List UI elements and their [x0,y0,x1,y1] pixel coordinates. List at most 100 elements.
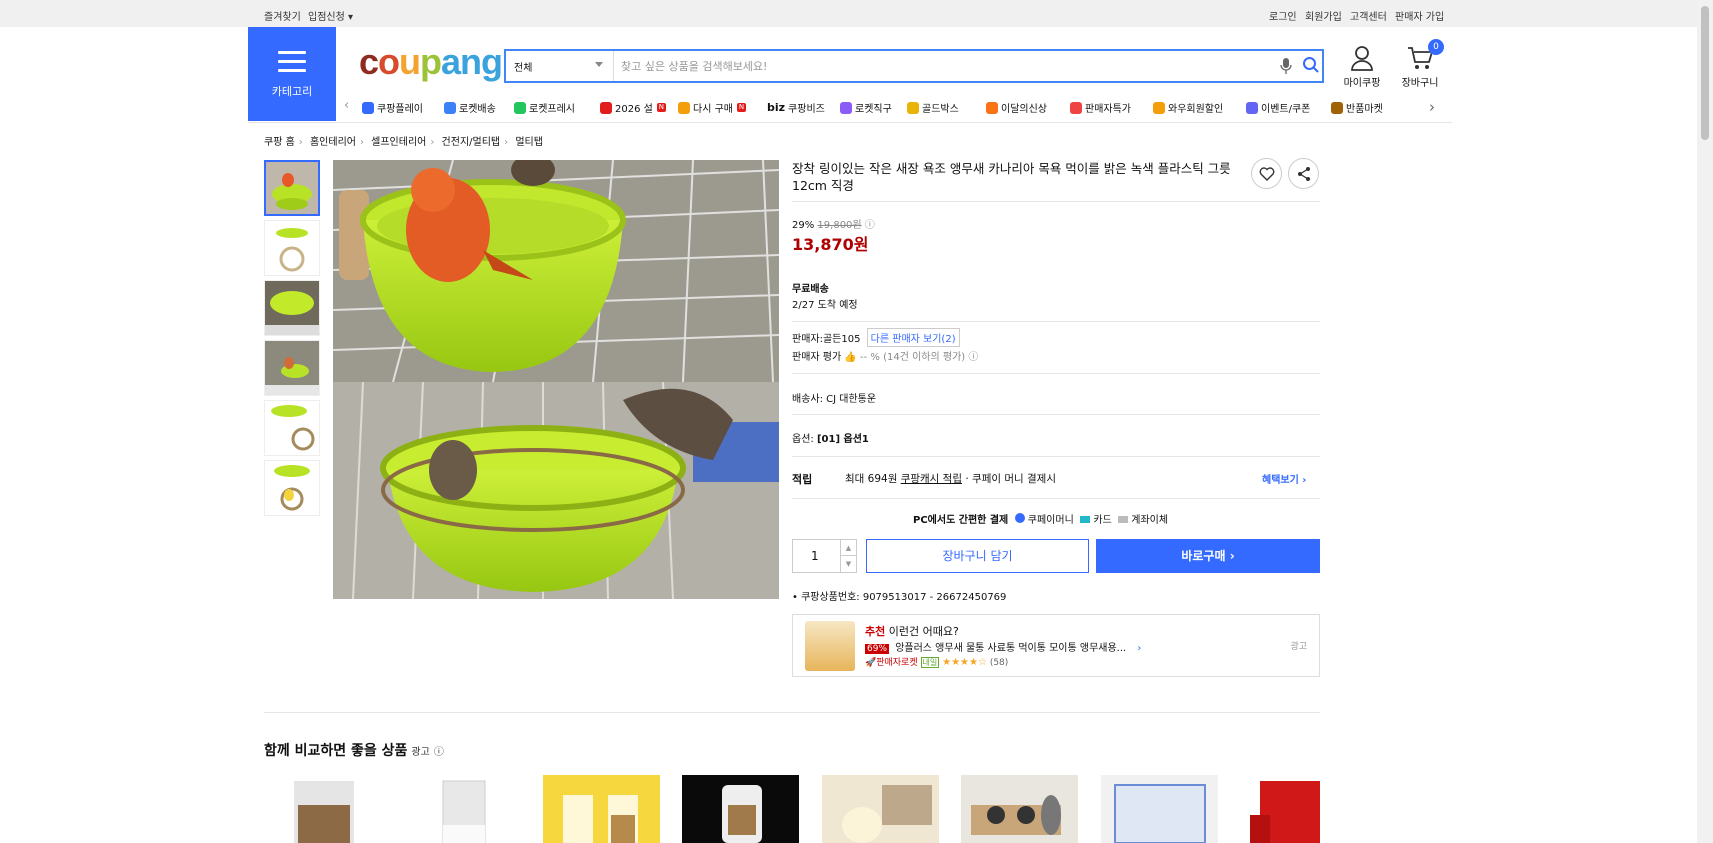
nav-item-label: 쿠팡플레이 [377,104,423,115]
other-sellers-button[interactable]: 다른 판매자 보기(2) [866,328,960,347]
biz-icon: biz [767,101,786,114]
breadcrumb-item[interactable]: 홈인테리어 [310,137,356,148]
tomorrow-badge: 내일 [920,657,940,668]
coupang-logo[interactable]: coupang [359,42,503,82]
wishlist-button[interactable] [1251,158,1282,189]
nav-item[interactable]: biz 쿠팡비즈 [767,100,825,115]
card-icon [1080,516,1091,523]
compare-product[interactable] [264,775,381,843]
divider [792,201,1320,202]
nav-item[interactable]: 로켓배송 [444,100,496,115]
seller-join-link[interactable]: 판매자 가입 [1395,8,1444,23]
info-icon[interactable]: ⓘ [865,220,875,231]
compare-product[interactable] [682,775,799,843]
divider [792,321,1320,322]
microphone-icon[interactable] [1280,57,1292,78]
my-coupang-button[interactable]: 마이쿠팡 [1340,45,1384,89]
pay-method: 계좌이체 [1131,515,1169,526]
ad-label: 광고 [411,747,430,758]
breadcrumb-item[interactable]: 멀티탭 [515,137,543,148]
compare-product[interactable] [822,775,939,843]
thumbnail[interactable] [264,340,320,396]
thumbnail[interactable] [264,220,320,276]
thumbnail[interactable] [264,160,320,216]
buy-now-button[interactable]: 바로구매 › [1096,539,1320,573]
nav-item[interactable]: 로켓직구 [840,100,892,115]
recommendation-box[interactable]: 추천 이런건 어때요? 69% 앙플러스 앵무새 물통 사료통 먹이통 모이통 … [792,614,1320,677]
rating-stars: ★★★★☆ [942,657,987,668]
compare-product[interactable] [543,775,660,843]
nav-item[interactable]: 이벤트/쿠폰 [1246,100,1310,115]
chevron-right-icon: › [1229,549,1235,563]
shipping-label: 무료배송 [792,284,829,295]
nav-next-icon[interactable]: › [1429,98,1435,116]
info-icon[interactable]: ⓘ [968,352,978,363]
thumbnail[interactable] [264,400,320,456]
reward-label: 적립 [792,473,813,486]
benefit-button[interactable]: 혜택보기 › [1262,471,1306,486]
main-product-image[interactable] [333,160,779,599]
breadcrumb-item[interactable]: 쿠팡 홈 [264,137,295,148]
search-icon[interactable] [1302,56,1320,77]
add-to-cart-button[interactable]: 장바구니 담기 [866,539,1089,573]
reward-link[interactable]: 쿠팡캐시 적립 [901,473,962,485]
nav-item[interactable]: 로켓프레시 [514,100,575,115]
nav-item-label: 로켓프레시 [529,104,575,115]
nav-item[interactable]: 쿠팡플레이 [362,100,423,115]
benefit-label: 혜택보기 [1262,475,1299,486]
category-button[interactable]: 카테고리 [248,27,336,121]
nav-item[interactable]: 다시 구매 N [678,100,746,115]
compare-product[interactable] [1240,775,1320,843]
compare-title: 함께 비교하면 좋을 상품 [264,743,408,759]
seller-row: 판매자:골든105 다른 판매자 보기(2) [792,328,960,347]
nav-item[interactable]: 이달의신상 [986,100,1047,115]
bookmark-link[interactable]: 즐겨찾기 [264,8,301,23]
arrival-date: 2/27 도착 예정 [792,300,858,311]
product-number-text: 쿠팡상품번호: 9079513017 - 26672450769 [801,592,1007,603]
vertical-scrollbar[interactable] [1697,0,1713,843]
signup-link[interactable]: 회원가입 [1305,8,1342,23]
quantity-stepper[interactable]: 1 ▲ ▼ [792,539,857,573]
nav-item-icon [986,101,998,114]
nav-item[interactable]: 골드박스 [907,100,959,115]
login-link[interactable]: 로그인 [1269,8,1297,23]
scrollbar-thumb[interactable] [1701,6,1709,140]
recommendation-item[interactable]: 69% 앙플러스 앵무새 물통 사료통 먹이통 모이통 앵무새용... › [865,639,1141,654]
nav-item[interactable]: 반품마켓 [1331,100,1383,115]
nav-item[interactable]: 2026 설N [600,100,666,115]
nav-item[interactable]: 와우회원할인 [1153,100,1223,115]
section-divider [264,712,1320,713]
thumbnail[interactable] [264,460,320,516]
customer-center-link[interactable]: 고객센터 [1350,8,1387,23]
search-input[interactable] [621,55,1221,77]
nav-item[interactable]: 판매자특가 [1070,100,1131,115]
breadcrumb-item[interactable]: 건전지/멀티탭 [442,137,501,148]
breadcrumb-item[interactable]: 셀프인테리어 [371,137,426,148]
search-scope-select[interactable]: 전체 [506,51,614,81]
info-icon[interactable]: ⓘ [434,747,444,758]
compare-product[interactable] [961,775,1078,843]
recommendation-image[interactable] [805,621,855,671]
breadcrumb: 쿠팡 홈 › 홈인테리어 › 셀프인테리어 › 건전지/멀티탭 › 멀티탭 [264,133,547,148]
reward-prefix: 최대 694원 [845,473,898,485]
seller-apply-link[interactable]: 입점신청 ▾ [308,8,353,23]
courier-label: 배송사: [792,394,823,405]
product-number: • 쿠팡상품번호: 9079513017 - 26672450769 [792,592,1007,603]
util-bar: 즐겨찾기 입점신청 ▾ 로그인 회원가입 고객센터 판매자 가입 [0,0,1697,27]
share-button[interactable] [1288,158,1319,189]
compare-product[interactable] [403,775,520,843]
nav-item-label: 쿠팡비즈 [788,104,825,115]
decrement-icon[interactable]: ▼ [840,556,856,572]
recommendation-meta: 🚀판매자로켓 내일 ★★★★☆ (58) [865,655,1008,668]
increment-icon[interactable]: ▲ [840,540,856,556]
compare-section-title: 함께 비교하면 좋을 상품 광고 ⓘ [264,740,444,760]
thumbnail[interactable] [264,280,320,336]
nav-item-icon [514,101,526,114]
hamburger-icon [278,51,306,72]
nav-item-icon [1070,101,1082,114]
compare-product[interactable] [1101,775,1218,843]
sale-price: 13,870원 [792,235,869,254]
nav-prev-icon[interactable]: ‹ [344,98,349,113]
discount-badge: 69% [865,644,890,654]
nav-item-icon [600,101,612,114]
